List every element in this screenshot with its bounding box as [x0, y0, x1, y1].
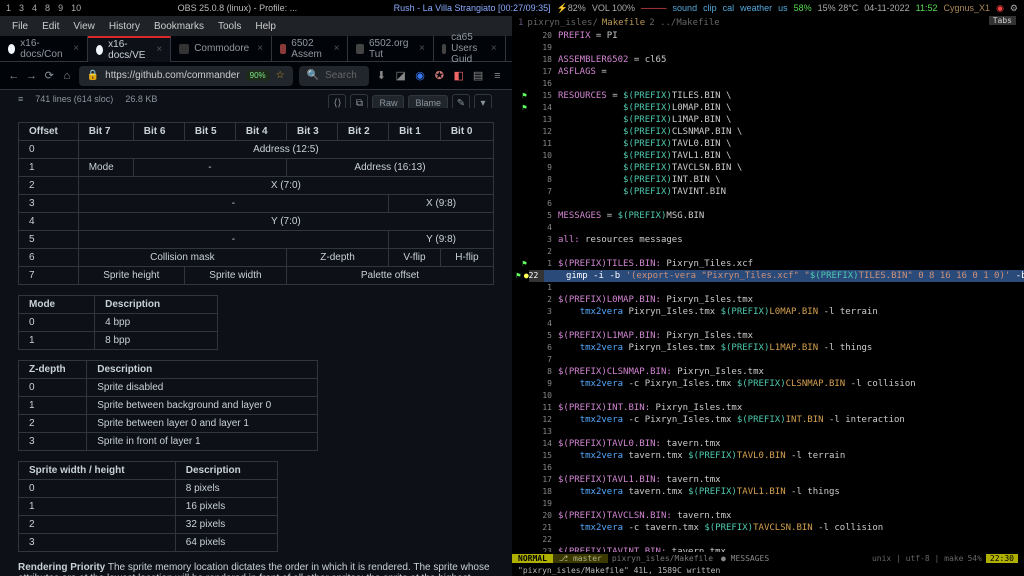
overflow-icon[interactable]: ≡ [491, 68, 504, 84]
sys-icon: ⚙ [1010, 3, 1018, 14]
editor-pane: 1 pixryn_isles/Makefile 2 ../Makefile Ta… [512, 16, 1024, 576]
browser-tab[interactable]: 6502 Assem× [272, 36, 348, 62]
ext-icon[interactable]: ✪ [433, 68, 446, 84]
widget[interactable]: weather [740, 3, 772, 13]
workspace-list[interactable]: 1 3 4 8 9 10 [6, 3, 81, 13]
lock-icon: 🔒 [87, 70, 99, 81]
now-playing: Rush - La Villa Strangiato [00:27/09:35] [394, 3, 551, 13]
logo-icon: ◉ [996, 3, 1004, 14]
close-icon[interactable]: × [156, 44, 162, 55]
browser-pane: File Edit View History Bookmarks Tools H… [0, 16, 512, 576]
close-icon[interactable]: × [334, 43, 340, 54]
workspace[interactable]: 1 [6, 3, 11, 13]
github-icon [96, 45, 103, 55]
close-icon[interactable]: × [491, 43, 497, 54]
close-icon[interactable]: × [419, 43, 425, 54]
home-icon[interactable]: ⌂ [61, 69, 73, 83]
status-msg: ● MESSAGES [717, 554, 773, 563]
workspace[interactable]: 9 [58, 3, 63, 13]
favicon [179, 44, 189, 54]
url-input[interactable]: 🔒 https://github.com/commander 90% ☆ [79, 66, 293, 86]
code-area[interactable]: 20PREFIX = PI 19 18ASSEMBLER6502 = cl65 … [512, 30, 1024, 552]
close-icon[interactable]: × [73, 43, 79, 54]
browser-tab[interactable]: Commodore× [171, 36, 272, 62]
close-icon[interactable]: × [257, 43, 263, 54]
favicon [442, 44, 446, 54]
vim-status-line: NORMAL ⎇ master pixryn_isles/Makefile ● … [512, 552, 1024, 564]
back-icon[interactable]: ← [8, 69, 20, 83]
user: Cygnus_X1 [944, 3, 991, 13]
top-status-bar: 1 3 4 8 9 10 OBS 25.0.8 (linux) - Profil… [0, 0, 1024, 16]
url-text: https://github.com/commander [105, 70, 240, 81]
battery: ⚡82% [557, 3, 586, 14]
tabs-icon[interactable]: Tabs [989, 16, 1016, 25]
ext-icon[interactable]: ◧ [452, 68, 465, 84]
priority-heading: Rendering Priority The sprite memory loc… [18, 562, 494, 576]
favicon [356, 44, 363, 54]
workspace[interactable]: 10 [71, 3, 81, 13]
search-placeholder: Search [325, 70, 357, 81]
browser-tab[interactable]: 6502.org Tut× [348, 36, 433, 62]
reload-icon[interactable]: ⟳ [43, 69, 55, 83]
ext-icon[interactable]: ◪ [394, 68, 407, 84]
bitfield-table: OffsetBit 7Bit 6Bit 5Bit 4Bit 3Bit 2Bit … [18, 122, 494, 285]
tab-strip: x16-docs/Con× x16-docs/VE× Commodore× 65… [0, 36, 512, 62]
menu-bar: File Edit View History Bookmarks Tools H… [0, 16, 512, 36]
vim-command-line[interactable]: "pixryn_isles/Makefile" 41L, 1589C writt… [512, 564, 1024, 576]
widget[interactable]: clip [703, 3, 717, 13]
editor-tab-bar: 1 pixryn_isles/Makefile 2 ../Makefile Ta… [512, 16, 1024, 30]
browser-tab[interactable]: x16-docs/Con× [0, 36, 88, 62]
browser-tab[interactable]: ca65 Users Guid× [434, 36, 506, 62]
menu-item[interactable]: File [12, 21, 28, 32]
vim-mode: NORMAL [512, 554, 553, 563]
search-input[interactable]: 🔍 Search [299, 66, 369, 86]
mode-table: ModeDescription 04 bpp 18 bpp [18, 295, 218, 350]
workspace[interactable]: 8 [45, 3, 50, 13]
ext-icon[interactable]: ◉ [413, 68, 426, 84]
widget[interactable]: cal [723, 3, 735, 13]
cpu: 58% [794, 3, 812, 13]
time: 11:52 [916, 3, 938, 13]
widget[interactable]: us [778, 3, 788, 13]
browser-tab[interactable]: x16-docs/VE× [88, 36, 171, 62]
hamburger-icon[interactable]: ≡ [18, 94, 23, 104]
window-title: OBS 25.0.8 (linux) - Profile: ... [81, 3, 394, 13]
size-table: Sprite width / heightDescription 08 pixe… [18, 461, 278, 552]
ext-icon[interactable]: ▤ [471, 68, 484, 84]
workspace[interactable]: 4 [32, 3, 37, 13]
page-content: OffsetBit 7Bit 6Bit 5Bit 4Bit 3Bit 2Bit … [0, 108, 512, 576]
menu-item[interactable]: Tools [218, 21, 241, 32]
zoom-badge[interactable]: 90% [246, 70, 270, 81]
menu-item[interactable]: Edit [42, 21, 59, 32]
search-icon: 🔍 [307, 70, 319, 81]
menu-item[interactable]: Bookmarks [154, 21, 204, 32]
date: 04-11-2022 [864, 3, 909, 13]
volume: VOL 100% [592, 3, 635, 13]
menu-item[interactable]: View [73, 21, 95, 32]
temps: 15% 28°C [818, 3, 859, 13]
menu-item[interactable]: Help [255, 21, 276, 32]
forward-icon[interactable]: → [26, 69, 38, 83]
menu-item[interactable]: History [109, 21, 140, 32]
favicon [280, 44, 286, 54]
widget[interactable]: sound [673, 3, 698, 13]
git-branch: ⎇ master [553, 554, 608, 563]
github-icon [8, 44, 15, 54]
download-icon[interactable]: ⬇ [375, 68, 388, 84]
workspace[interactable]: 3 [19, 3, 24, 13]
star-icon[interactable]: ☆ [276, 70, 285, 81]
url-bar: ← → ⟳ ⌂ 🔒 https://github.com/commander 9… [0, 62, 512, 90]
file-info-bar: ≡ 741 lines (614 sloc) 26.8 KB ⟨⟩ ⧉ Raw … [0, 90, 512, 108]
zdepth-table: Z-depthDescription 0Sprite disabled 1Spr… [18, 360, 318, 451]
